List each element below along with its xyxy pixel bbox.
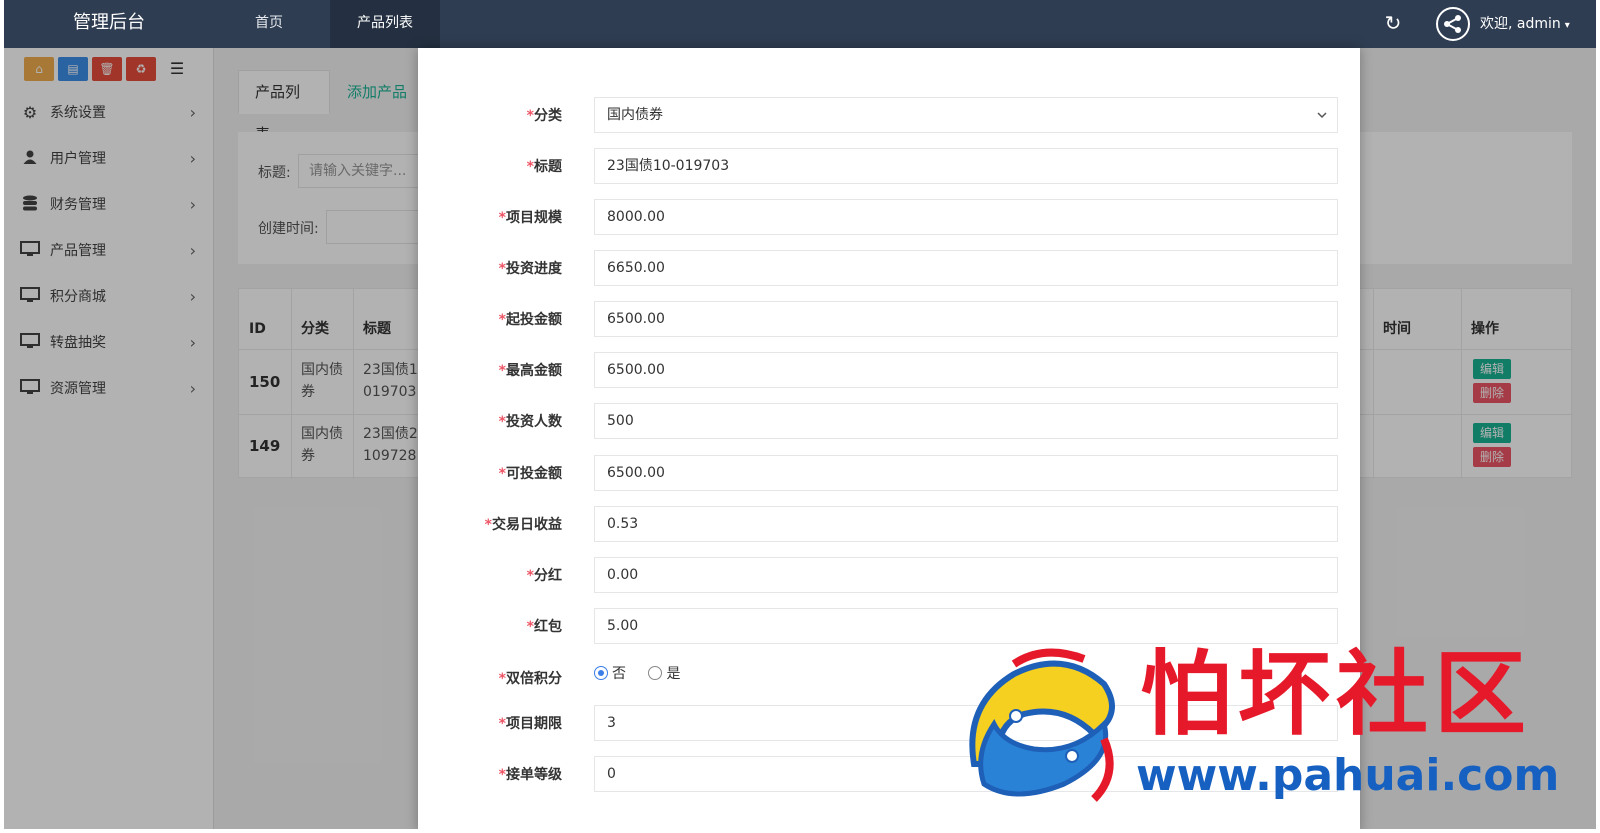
min-amount-input[interactable]: 6500.00 xyxy=(594,301,1338,337)
scale-input[interactable]: 8000.00 xyxy=(594,199,1338,235)
form-row-scale: *项目规模 8000.00 xyxy=(418,199,1360,237)
double-points-yes-option[interactable]: 是 xyxy=(648,660,680,688)
field-label: *投资进度 xyxy=(498,261,562,277)
form-row-progress: *投资进度 6650.00 xyxy=(418,250,1360,288)
welcome-text: 欢迎, admin xyxy=(1480,16,1561,32)
app-frame: 管理后台 首页 产品列表 ↻ 欢迎, admin ▾ ⌂ ▤ 🗑 ♻ ☰ ⚙ 系… xyxy=(4,0,1596,829)
field-label: *起投金额 xyxy=(498,312,562,328)
category-select-value: 国内债券 xyxy=(607,107,663,123)
watermark-url: www.pahuai.com xyxy=(1136,750,1560,801)
nav-tab-home[interactable]: 首页 xyxy=(214,0,324,48)
share-node-icon xyxy=(1444,15,1461,33)
user-menu[interactable]: 欢迎, admin ▾ xyxy=(1480,0,1570,48)
field-label: *分类 xyxy=(526,108,562,124)
form-row-title: *标题 23国债10-019703 xyxy=(418,148,1360,186)
fish-logo-icon xyxy=(969,648,1115,802)
field-label: *双倍积分 xyxy=(498,671,562,687)
form-row-dividend: *分红 0.00 xyxy=(418,557,1360,595)
nav-tab-product-list[interactable]: 产品列表 xyxy=(330,0,440,48)
category-select[interactable]: 国内债券 xyxy=(594,97,1338,133)
field-label: *接单等级 xyxy=(498,767,562,783)
field-label: *项目期限 xyxy=(498,716,562,732)
field-label: *投资人数 xyxy=(498,414,562,430)
red-packet-input[interactable]: 5.00 xyxy=(594,608,1338,644)
double-points-radio-group: 否 是 xyxy=(594,660,698,698)
avatar[interactable] xyxy=(1436,7,1470,41)
form-row-available: *可投金额 6500.00 xyxy=(418,455,1360,493)
brand-title: 管理后台 xyxy=(73,12,145,33)
refresh-icon[interactable]: ↻ xyxy=(1382,12,1404,34)
daily-yield-input[interactable]: 0.53 xyxy=(594,506,1338,542)
field-label: *项目规模 xyxy=(498,210,562,226)
max-amount-input[interactable]: 6500.00 xyxy=(594,352,1338,388)
top-navbar: 管理后台 首页 产品列表 ↻ 欢迎, admin ▾ xyxy=(4,0,1596,48)
available-amount-input[interactable]: 6500.00 xyxy=(594,455,1338,491)
investors-input[interactable]: 500 xyxy=(594,403,1338,439)
form-row-daily-yield: *交易日收益 0.53 xyxy=(418,506,1360,544)
caret-down-icon: ▾ xyxy=(1564,20,1570,31)
form-row-investors: *投资人数 500 xyxy=(418,403,1360,441)
dividend-input[interactable]: 0.00 xyxy=(594,557,1338,593)
field-label: *交易日收益 xyxy=(484,517,562,533)
form-row-category: *分类 国内债券 xyxy=(418,97,1360,135)
field-label: *标题 xyxy=(526,159,562,175)
watermark-text: 怕坏社区 xyxy=(1140,640,1533,748)
form-row-min-amount: *起投金额 6500.00 xyxy=(418,301,1360,339)
field-label: *红包 xyxy=(526,619,562,635)
radio-unchecked-icon[interactable] xyxy=(648,666,663,680)
field-label: *最高金额 xyxy=(498,363,562,379)
site-watermark: 怕坏社区 www.pahuai.com xyxy=(950,640,1570,810)
form-row-max-amount: *最高金额 6500.00 xyxy=(418,352,1360,390)
chevron-down-icon xyxy=(1317,98,1327,132)
radio-checked-icon[interactable] xyxy=(594,666,608,680)
double-points-no-option[interactable]: 否 xyxy=(594,660,626,688)
progress-input[interactable]: 6650.00 xyxy=(594,250,1338,286)
field-label: *分红 xyxy=(526,568,562,584)
title-input[interactable]: 23国债10-019703 xyxy=(594,148,1338,184)
field-label: *可投金额 xyxy=(498,466,562,482)
